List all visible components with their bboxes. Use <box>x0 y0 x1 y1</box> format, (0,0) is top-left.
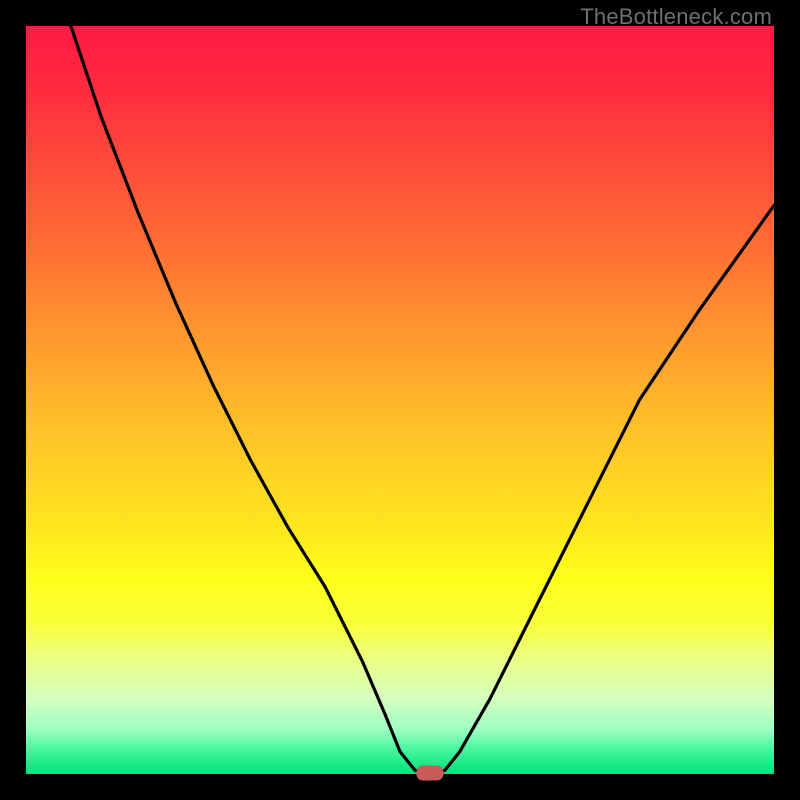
curve-line <box>71 26 774 774</box>
watermark-text: TheBottleneck.com <box>580 4 772 30</box>
bottleneck-curve <box>26 26 774 774</box>
optimal-marker <box>417 766 443 780</box>
chart-area <box>26 26 774 774</box>
